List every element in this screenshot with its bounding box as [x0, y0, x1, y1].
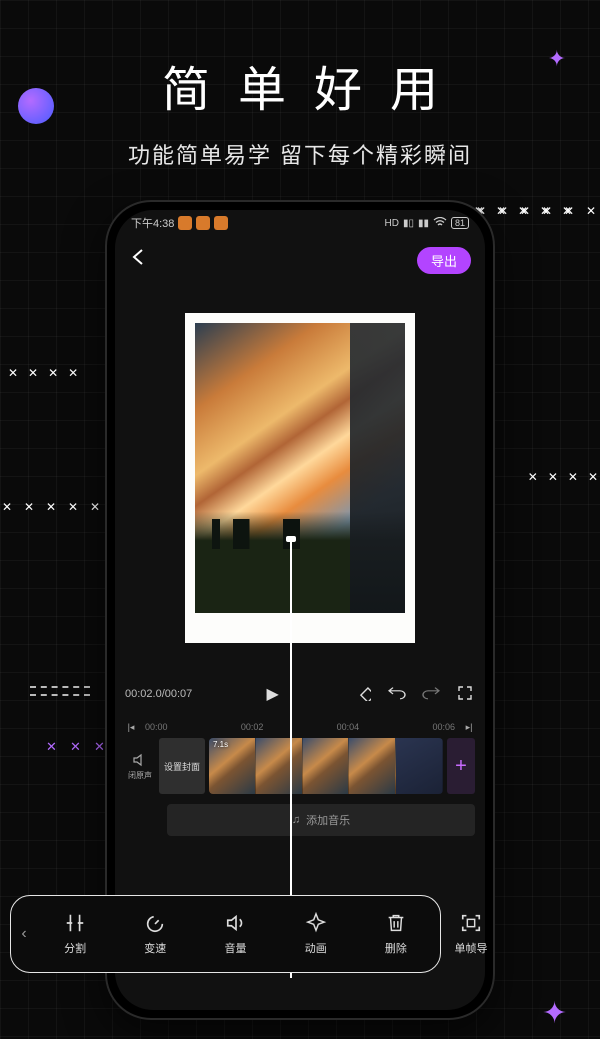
playback-time: 00:02.0/00:07 [125, 688, 192, 700]
split-label: 分割 [64, 940, 86, 956]
skip-start-button[interactable]: |◂ [125, 722, 137, 733]
volume-label: 音量 [225, 940, 247, 956]
speed-button[interactable]: 变速 [117, 912, 193, 956]
promo-subhead: 功能简单易学 留下每个精彩瞬间 [0, 138, 600, 170]
back-button[interactable] [129, 247, 149, 273]
split-button[interactable]: 分割 [37, 912, 113, 956]
animation-label: 动画 [305, 940, 327, 956]
ruler-tick: 00:00 [145, 722, 168, 732]
mute-original-button[interactable]: 闭原声 [125, 738, 155, 794]
status-app-icon [214, 216, 228, 230]
status-bar: 下午4:38 HD ▮▯ ▮▮ 81 [115, 210, 485, 236]
deco-x-row-r: ✕✕✕✕ [528, 470, 600, 484]
deco-x-row: ✕✕✕✕ [8, 366, 88, 380]
music-note-icon: ♫ [292, 814, 300, 826]
add-clip-button[interactable]: + [447, 738, 475, 794]
video-clip-strip[interactable]: 7.1s [209, 738, 443, 794]
play-button[interactable]: ▶ [263, 684, 283, 704]
speed-label: 变速 [144, 940, 166, 956]
promo-headline: 简单好用 [0, 50, 600, 120]
editor-topbar: 导出 [115, 236, 485, 284]
wifi-icon [433, 217, 447, 230]
clips-row: 闭原声 设置封面 7.1s + [115, 738, 485, 794]
video-preview[interactable] [115, 284, 485, 672]
status-hd-label: HD [385, 218, 399, 229]
export-button[interactable]: 导出 [417, 247, 471, 274]
deco-dash [30, 686, 90, 688]
undo-button[interactable] [387, 686, 407, 703]
toolbar-back-button[interactable]: ‹ [15, 925, 33, 943]
phone-screen: 下午4:38 HD ▮▯ ▮▮ 81 导出 [115, 210, 485, 1010]
clip-duration-label: 7.1s [213, 740, 228, 749]
preview-image [195, 323, 405, 613]
skip-end-button[interactable]: ▸| [463, 722, 475, 733]
delete-button[interactable]: 删除 [358, 912, 434, 956]
redo-button[interactable] [421, 686, 441, 703]
edit-toolbar: ‹ 分割 变速 音量 动画 删除 [10, 895, 441, 973]
set-cover-button[interactable]: 设置封面 [159, 738, 205, 794]
ruler-tick: 00:06 [432, 722, 455, 732]
battery-icon: 81 [451, 217, 469, 229]
frame-export-label: 单帧导 [455, 940, 488, 956]
ruler-tick: 00:02 [241, 722, 264, 732]
animation-button[interactable]: 动画 [278, 912, 354, 956]
delete-label: 删除 [385, 940, 407, 956]
add-music-label: 添加音乐 [306, 812, 350, 828]
fullscreen-button[interactable] [455, 686, 475, 703]
keyframe-button[interactable] [353, 685, 373, 704]
deco-dash [30, 694, 90, 696]
clip-thumb[interactable] [303, 738, 350, 794]
transport-bar: 00:02.0/00:07 ▶ [115, 672, 485, 716]
add-music-button[interactable]: ♫ 添加音乐 [167, 804, 475, 836]
signal-icon: ▮▮ [418, 218, 429, 229]
mute-label: 闭原声 [128, 770, 152, 781]
status-time: 下午4:38 [131, 215, 174, 231]
clip-thumb[interactable] [349, 738, 396, 794]
clip-thumb[interactable] [396, 738, 443, 794]
preview-frame [185, 313, 415, 643]
frame-export-button[interactable]: 单帧导 [441, 895, 501, 973]
ruler-ticks: 00:00 00:02 00:04 00:06 [137, 722, 463, 732]
volume-button[interactable]: 音量 [197, 912, 273, 956]
ruler-tick: 00:04 [337, 722, 360, 732]
timeline-ruler[interactable]: |◂ 00:00 00:02 00:04 00:06 ▸| [115, 716, 485, 738]
status-app-icon [178, 216, 192, 230]
status-app-icon [196, 216, 210, 230]
clip-thumb[interactable] [256, 738, 303, 794]
sparkle-icon: ✦ [542, 996, 567, 1031]
signal-icon: ▮▯ [403, 218, 414, 229]
